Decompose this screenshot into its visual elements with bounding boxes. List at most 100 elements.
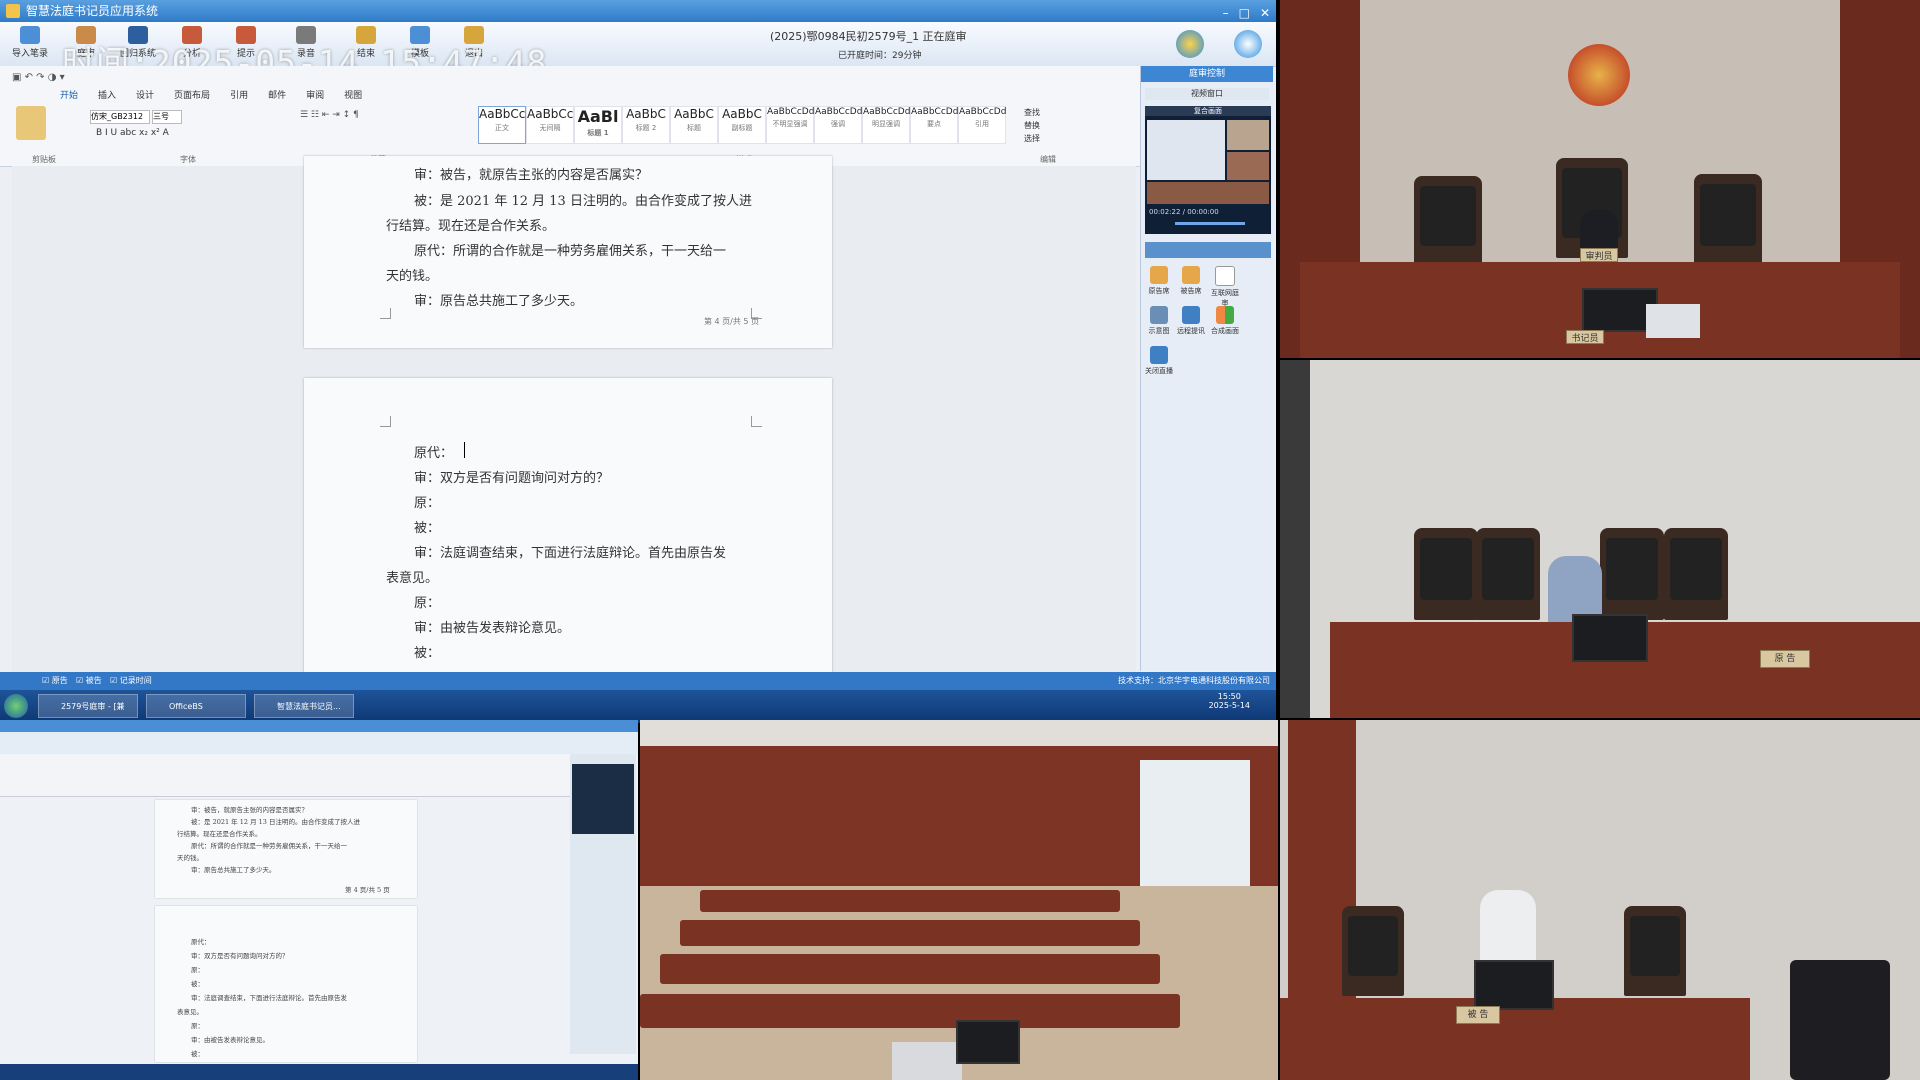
diagram-button[interactable]: 示意图	[1145, 306, 1173, 342]
remote-icon	[1182, 306, 1200, 324]
video-thumb-screen	[1147, 120, 1225, 180]
transcript-line: 审：双方是否有问题询问对方的？	[414, 471, 610, 486]
taskbar: 2579号庭审 - [兼容... OfficeBS 智慧法庭书记员... 15:…	[0, 690, 1276, 723]
video-preview[interactable]: 复合画面 00:02:22 / 00:00:00	[1145, 106, 1271, 234]
browser-icon[interactable]	[1176, 30, 1204, 58]
composite-icon	[1216, 306, 1234, 324]
transcript-line: 审：被告，就原告主张的内容是否属实？	[414, 168, 649, 183]
style-title[interactable]: AaBbC 标题	[670, 106, 718, 144]
maximize-icon[interactable]: □	[1239, 2, 1250, 24]
document-page-4[interactable]: 审：被告，就原告主张的内容是否属实？ 被：是 2021 年 12 月 13 日注…	[304, 156, 832, 348]
font-name-select[interactable]: 仿宋_GB2312	[90, 110, 150, 124]
tab-home[interactable]: 开始	[60, 88, 78, 101]
style-heading-1[interactable]: AaBl 标题 1	[574, 106, 622, 144]
plaintiff-seat-button[interactable]: 原告席	[1145, 266, 1173, 302]
window-titlebar: 智慧法庭书记员应用系统 – □ ✕	[0, 0, 1276, 22]
margin-mark	[751, 416, 762, 427]
start-button-icon[interactable]	[4, 694, 28, 718]
video-thumb-defendant	[1227, 152, 1269, 180]
printer	[1646, 304, 1700, 338]
toolbar-button-import[interactable]: 导入笔录	[4, 26, 56, 64]
taskbar-item-clerk-app[interactable]: 智慧法庭书记员...	[254, 694, 354, 718]
style-emphasis[interactable]: AaBbCcDd 强调	[814, 106, 862, 144]
elapsed-time: 已开庭时间：29分钟	[838, 51, 922, 61]
internet-trial-button[interactable]: 互联网庭审	[1211, 266, 1239, 307]
mirror-line: 原：	[191, 966, 204, 974]
taskbar-item-word[interactable]: 2579号庭审 - [兼容...	[38, 694, 138, 718]
checkbox-defendant[interactable]: ☑ 被告	[76, 672, 102, 690]
mirror-side-panel	[570, 754, 636, 1054]
remote-button[interactable]: 远程提讯	[1177, 306, 1205, 342]
composite-button[interactable]: 合成画面	[1211, 306, 1239, 342]
clock-date: 2025-5-14	[1208, 701, 1250, 710]
edit-group: 查找 替换 选择	[1024, 106, 1040, 145]
camera-edge	[1280, 360, 1310, 718]
style-subtle-emphasis[interactable]: AaBbCcDd 不明显强调	[766, 106, 814, 144]
clerk-desktop-screen: 智慧法庭书记员应用系统 – □ ✕ 导入笔录 庭审 回归系统 分析 提示 录音 …	[0, 0, 1276, 723]
checkbox-plaintiff[interactable]: ☑ 原告	[42, 672, 68, 690]
mirror-line: 原代：所谓的合作就是一种劳务雇佣关系，干一天给一	[191, 842, 347, 850]
judge-nameplate: 审判员	[1580, 248, 1618, 262]
diagram-icon	[1150, 306, 1168, 324]
close-stream-button[interactable]: 关闭直播	[1145, 346, 1173, 382]
tab-design[interactable]: 设计	[136, 88, 154, 101]
judge-chair	[1414, 176, 1482, 266]
video-time: 00:02:22 / 00:00:00	[1149, 208, 1219, 216]
paste-icon[interactable]	[16, 106, 46, 140]
video-mode-select[interactable]: 复合画面	[1145, 106, 1271, 116]
select-button[interactable]: 选择	[1024, 132, 1040, 145]
side-panel-header: 庭审控制	[1141, 66, 1273, 82]
find-button[interactable]: 查找	[1024, 106, 1040, 119]
transcript-line: 原：	[414, 596, 441, 611]
defendant-person	[1480, 890, 1536, 966]
camera-plaintiff-seat: 原 告	[1280, 360, 1920, 718]
close-icon[interactable]: ✕	[1260, 2, 1270, 24]
mirror-line: 审：双方是否有问题询问对方的？	[191, 952, 289, 960]
gallery-bench	[680, 920, 1140, 946]
style-strong[interactable]: AaBbCcDd 要点	[910, 106, 958, 144]
style-quote[interactable]: AaBbCcDd 引用	[958, 106, 1006, 144]
judge-person	[1580, 210, 1618, 250]
style-subtitle[interactable]: AaBbC 副标题	[718, 106, 766, 144]
mirror-line: 被：	[191, 1050, 204, 1058]
video-window-label: 视频窗口	[1145, 88, 1269, 100]
tab-review[interactable]: 审阅	[306, 88, 324, 101]
style-intense-emphasis[interactable]: AaBbCcDd 明显强调	[862, 106, 910, 144]
font-size-select[interactable]: 三号	[152, 110, 182, 124]
defendant-chair	[1624, 906, 1686, 996]
mirror-page-number: 第 4 页/共 5 页	[345, 886, 390, 894]
mirror-titlebar	[0, 720, 638, 732]
format-buttons[interactable]: B I U abc x₂ x² A	[96, 128, 169, 138]
mirror-video-preview	[572, 764, 634, 834]
clerk-monitor	[956, 1020, 1020, 1064]
quick-access-bar: ▣ ↶ ↷ ◑ ▾	[12, 72, 65, 83]
tab-references[interactable]: 引用	[230, 88, 248, 101]
national-emblem-icon	[1568, 44, 1630, 106]
replace-button[interactable]: 替换	[1024, 119, 1040, 132]
style-no-spacing[interactable]: AaBbCcDd 无间隔	[526, 106, 590, 144]
tab-view[interactable]: 视图	[344, 88, 362, 101]
checkbox-record-time[interactable]: ☑ 记录时间	[110, 672, 152, 690]
chat-icon[interactable]	[1234, 30, 1262, 58]
tab-layout[interactable]: 页面布局	[174, 88, 210, 101]
style-heading-2[interactable]: AaBbC 标题 2	[622, 106, 670, 144]
volume-slider[interactable]	[1175, 222, 1245, 225]
word-ribbon: ▣ ↶ ↷ ◑ ▾ 开始 插入 设计 页面布局 引用 邮件 审阅 视图 仿宋_G…	[0, 66, 1140, 167]
document-page-5[interactable]: 原代： 审：双方是否有问题询问对方的？ 原： 被： 审：法庭调查结束，下面进行法…	[304, 378, 832, 678]
paragraph-buttons[interactable]: ☰ ☷ ⇤ ⇥ ↕ ¶	[300, 110, 359, 120]
camera-defendant-seat: 被 告	[1280, 720, 1920, 1080]
video-control-bar[interactable]	[1145, 242, 1271, 258]
document-area[interactable]: 审：被告，就原告主张的内容是否属实？ 被：是 2021 年 12 月 13 日注…	[12, 156, 1136, 678]
defendant-desk	[1280, 998, 1750, 1080]
mirror-taskbar	[0, 1064, 638, 1080]
style-normal[interactable]: AaBbCcDd 正文	[478, 106, 542, 144]
tab-mailings[interactable]: 邮件	[268, 88, 286, 101]
minimize-icon[interactable]: –	[1223, 2, 1229, 24]
tab-insert[interactable]: 插入	[98, 88, 116, 101]
taskbar-item-officebs[interactable]: OfficeBS	[146, 694, 246, 718]
mirror-line: 审：被告，就原告主张的内容是否属实？	[191, 806, 308, 814]
mirror-page-4: 审：被告，就原告主张的内容是否属实？ 被：是 2021 年 12 月 13 日注…	[155, 800, 417, 898]
clock-time: 15:50	[1217, 692, 1241, 701]
defendant-seat-button[interactable]: 被告席	[1177, 266, 1205, 302]
margin-mark	[380, 416, 391, 427]
